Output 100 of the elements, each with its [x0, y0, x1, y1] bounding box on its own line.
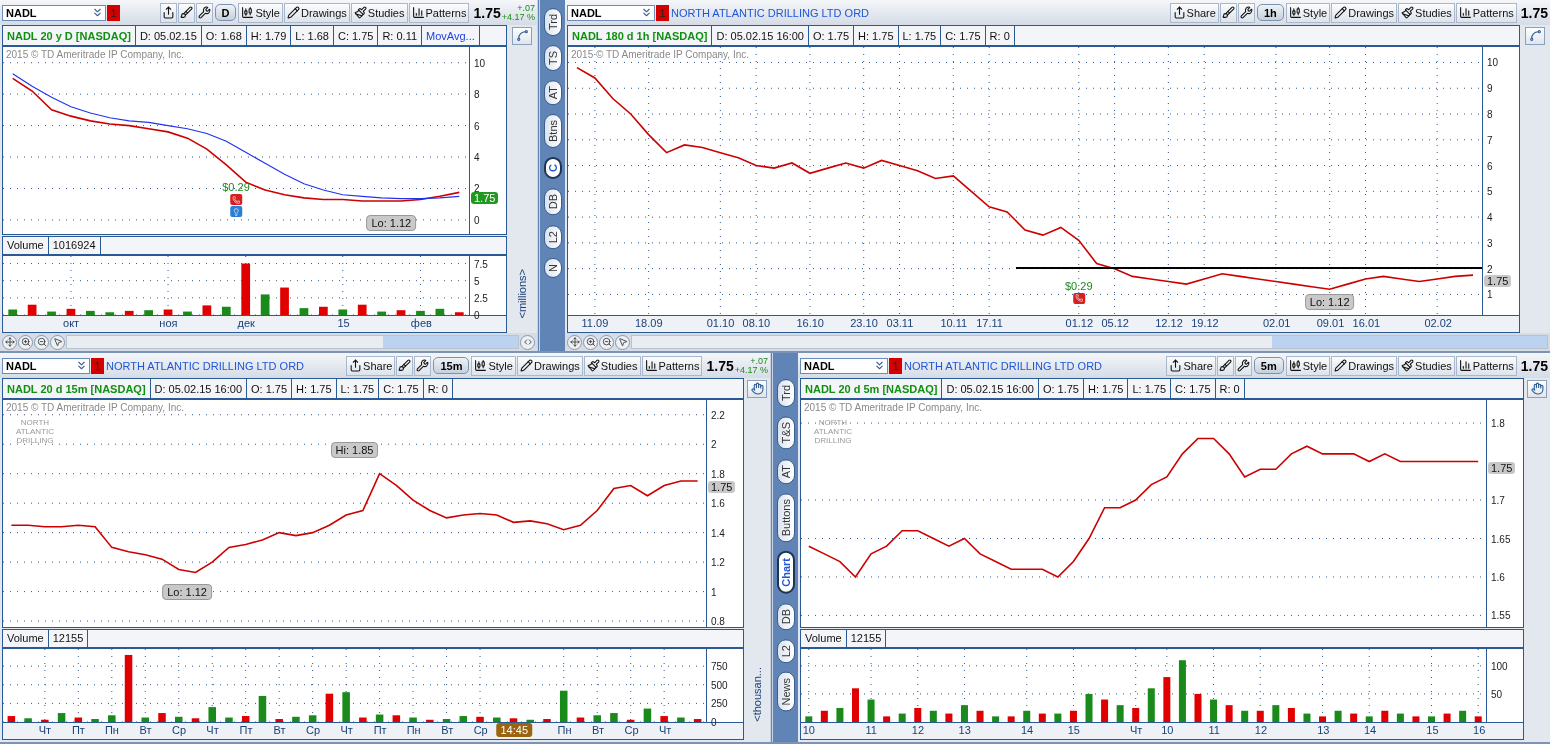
- side-tab[interactable]: Buttons: [776, 492, 795, 543]
- drawings-button[interactable]: Drawings: [516, 355, 583, 376]
- zoom-in-icon[interactable]: [18, 334, 33, 350]
- last-price-tag: 1.75: [471, 192, 499, 205]
- settings-button[interactable]: [195, 2, 213, 23]
- phone-icon[interactable]: [230, 194, 242, 206]
- zoom-out-icon[interactable]: [34, 334, 49, 350]
- share-button[interactable]: Share: [346, 355, 396, 376]
- company-name-link[interactable]: NORTH ATLANTIC DRILLING LTD ORD: [106, 359, 305, 372]
- quote-field: D: 05.02.15 16:00: [942, 379, 1039, 399]
- zoom-in-icon[interactable]: [583, 334, 598, 350]
- style-button[interactable]: Style: [1285, 2, 1331, 23]
- brush-icon: [1218, 359, 1232, 373]
- cursor-icon[interactable]: [50, 334, 65, 350]
- patterns-button[interactable]: Patterns: [641, 355, 703, 376]
- pan-icon[interactable]: [2, 334, 17, 350]
- timeframe-button[interactable]: 15m: [433, 357, 470, 375]
- tools-button[interactable]: [396, 355, 414, 376]
- chart-settings-button[interactable]: [512, 26, 532, 45]
- patterns-button[interactable]: Patterns: [1455, 2, 1517, 23]
- drawings-button[interactable]: Drawings: [283, 2, 350, 23]
- style-button[interactable]: Style: [238, 2, 283, 23]
- chart-title: NADL 20 d 15m [NASDAQ]: [3, 379, 151, 399]
- style-button[interactable]: Style: [471, 355, 516, 376]
- symbol-field[interactable]: NADL: [800, 357, 888, 374]
- volume-value: 12155: [48, 629, 89, 647]
- timeframe-button[interactable]: 5m: [1253, 357, 1284, 375]
- studies-button[interactable]: Studies: [1398, 2, 1455, 23]
- lightbulb-icon[interactable]: [230, 206, 242, 218]
- side-tab[interactable]: DB: [776, 602, 795, 631]
- side-tab[interactable]: Trd: [776, 379, 795, 408]
- study-link[interactable]: MovAvg...: [422, 26, 480, 45]
- symbol-field[interactable]: NADL: [2, 357, 90, 374]
- side-tab[interactable]: L2: [543, 224, 562, 249]
- axis-label: 0: [474, 309, 480, 321]
- timeframe-button[interactable]: D: [214, 4, 237, 21]
- patterns-button[interactable]: Patterns: [1455, 355, 1517, 376]
- axis-label: 1: [1487, 288, 1493, 300]
- scroll-bar[interactable]: [631, 335, 1548, 350]
- side-tab[interactable]: Btns: [543, 114, 562, 149]
- company-name-link[interactable]: NORTH ATLANTIC DRILLING LTD ORD: [904, 359, 1103, 372]
- style-button[interactable]: Style: [1285, 355, 1331, 376]
- hand-tool-button[interactable]: [747, 379, 767, 398]
- cursor-icon[interactable]: [615, 334, 630, 350]
- pencil-icon: [1334, 359, 1348, 373]
- horizontal-line[interactable]: [1015, 267, 1482, 270]
- studies-button[interactable]: Studies: [1398, 355, 1455, 376]
- dropdown-icon[interactable]: [640, 6, 653, 19]
- share-button[interactable]: [159, 2, 177, 23]
- tools-button[interactable]: [1219, 2, 1237, 23]
- expand-horizontal-icon[interactable]: [520, 334, 535, 350]
- settings-button[interactable]: [1234, 355, 1252, 376]
- axis-label: 19.12: [1191, 317, 1219, 330]
- side-tab[interactable]: AT: [543, 80, 562, 106]
- chart-settings-button[interactable]: [1525, 26, 1545, 45]
- side-tab[interactable]: TS: [543, 45, 562, 72]
- side-tab[interactable]: C: [543, 157, 562, 180]
- symbol-field[interactable]: NADL: [2, 4, 106, 21]
- last-price: 1.75: [1520, 357, 1548, 374]
- drawings-button[interactable]: Drawings: [1331, 355, 1398, 376]
- axis-label: Вт: [139, 724, 152, 736]
- quote-field: L: 1.75: [898, 26, 942, 45]
- axis-label: Вт: [441, 724, 454, 736]
- side-tab[interactable]: N: [543, 257, 562, 278]
- axis-label: 1.8: [711, 468, 725, 480]
- hand-tool-button[interactable]: [1527, 379, 1547, 398]
- axis-label: Ср: [171, 724, 187, 736]
- axis-label: 8: [1487, 108, 1493, 120]
- axis-label: 16: [1473, 724, 1486, 736]
- symbol-field[interactable]: NADL: [567, 4, 655, 21]
- share-button[interactable]: Share: [1169, 2, 1219, 23]
- studies-button[interactable]: Studies: [350, 2, 408, 23]
- candlestick-icon: [1288, 6, 1302, 19]
- quote-field: R: 0.11: [378, 26, 423, 45]
- axis-label: Пт: [239, 724, 253, 736]
- settings-button[interactable]: [1237, 2, 1255, 23]
- zoom-out-icon[interactable]: [599, 334, 614, 350]
- side-tab[interactable]: Chart: [776, 551, 795, 594]
- axis-label: Ср: [473, 724, 488, 736]
- axis-label: 11: [865, 724, 877, 736]
- settings-button[interactable]: [414, 355, 432, 376]
- studies-button[interactable]: Studies: [583, 355, 641, 376]
- scroll-bar[interactable]: [66, 335, 519, 350]
- side-tab[interactable]: Trd: [543, 8, 562, 37]
- phone-icon[interactable]: [1072, 292, 1085, 304]
- share-icon: [349, 359, 363, 373]
- patterns-button[interactable]: Patterns: [408, 2, 470, 23]
- side-tab[interactable]: AT: [776, 458, 795, 484]
- tools-button[interactable]: [177, 2, 195, 23]
- dropdown-icon[interactable]: [91, 6, 104, 19]
- side-tab[interactable]: T&S: [776, 416, 795, 450]
- timeframe-button[interactable]: 1h: [1256, 4, 1284, 21]
- drawings-button[interactable]: Drawings: [1331, 2, 1398, 23]
- side-tab[interactable]: News: [776, 672, 795, 712]
- tools-button[interactable]: [1216, 355, 1234, 376]
- company-name-link[interactable]: NORTH ATLANTIC DRILLING LTD ORD: [671, 6, 870, 19]
- pan-icon[interactable]: [567, 334, 582, 350]
- side-tab[interactable]: L2: [776, 639, 795, 664]
- side-tab[interactable]: DB: [543, 188, 562, 216]
- share-button[interactable]: Share: [1166, 355, 1216, 376]
